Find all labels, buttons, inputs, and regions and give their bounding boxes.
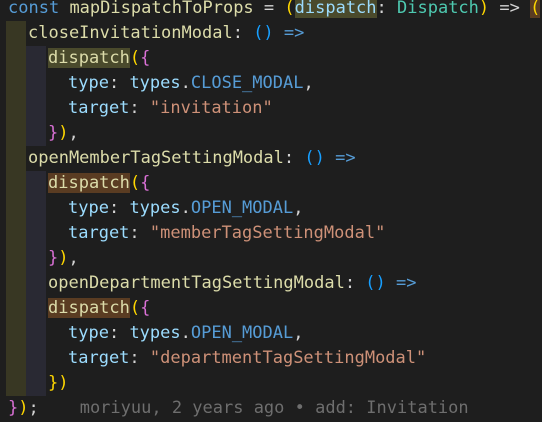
code-token: target: [68, 98, 130, 118]
code-token: {: [140, 173, 151, 193]
code-token: }: [48, 123, 59, 143]
code-token: .: [180, 198, 191, 218]
code-token: const: [8, 0, 60, 18]
code-token: type: [68, 73, 109, 93]
code-token: "invitation": [149, 98, 273, 118]
code-line[interactable]: }): [0, 371, 542, 396]
code-token: :: [129, 98, 150, 118]
code-token: OPEN_MODAL: [190, 323, 294, 343]
code-token: OPEN_MODAL: [190, 198, 294, 218]
code-token: ;: [28, 398, 39, 418]
code-line[interactable]: dispatch({: [0, 296, 542, 321]
code-token: dispatch: [48, 298, 130, 318]
code-token: types: [129, 323, 181, 343]
code-line[interactable]: openMemberTagSettingModal: () =>: [0, 146, 542, 171]
code-token: =>: [489, 0, 531, 18]
code-line[interactable]: dispatch({: [0, 171, 542, 196]
code-token: ,: [293, 198, 304, 218]
code-line[interactable]: target: "invitation": [0, 96, 542, 121]
code-token: (): [253, 23, 274, 43]
code-token: :: [283, 148, 305, 168]
code-line[interactable]: }); moriyuu, 2 years ago • add: Invitati…: [0, 396, 542, 421]
code-token: :: [108, 198, 130, 218]
code-line[interactable]: target: "departmentTagSettingModal": [0, 346, 542, 371]
code-line[interactable]: }),: [0, 246, 542, 271]
code-token: dispatch: [294, 0, 377, 18]
code-line[interactable]: openDepartmentTagSettingModal: () =>: [0, 271, 542, 296]
code-token: }): [48, 373, 69, 393]
code-token: =>: [273, 23, 315, 43]
code-token: type: [68, 323, 109, 343]
code-line[interactable]: closeInvitationModal: () =>: [0, 21, 542, 46]
code-token: CLOSE_MODAL: [190, 73, 304, 93]
code-token: }: [48, 248, 59, 268]
code-token: openDepartmentTagSettingModal: [48, 273, 345, 293]
code-token: =: [253, 0, 285, 18]
code-token: (: [129, 173, 141, 193]
code-line[interactable]: }),: [0, 121, 542, 146]
code-token: (: [284, 0, 295, 18]
code-token: dispatch: [48, 48, 130, 68]
code-token: {: [140, 298, 151, 318]
code-line[interactable]: dispatch({: [0, 46, 542, 71]
code-token: ,: [68, 248, 79, 268]
code-line[interactable]: const mapDispatchToProps = (dispatch: Di…: [0, 0, 542, 21]
code-token: (): [304, 148, 325, 168]
code-line[interactable]: target: "memberTagSettingModal": [0, 221, 542, 246]
code-token: ,: [303, 73, 314, 93]
code-token: mapDispatchToProps: [69, 0, 254, 18]
code-token: :: [344, 273, 366, 293]
code-token: (): [365, 273, 386, 293]
code-token: :: [129, 348, 150, 368]
code-token: }: [8, 398, 19, 418]
code-token: type: [68, 198, 109, 218]
code-token: =>: [385, 273, 427, 293]
code-line[interactable]: type: types.OPEN_MODAL,: [0, 321, 542, 346]
code-token: types: [129, 198, 181, 218]
code-token: Dispatch: [397, 0, 479, 18]
code-token: (: [129, 48, 141, 68]
code-token: "departmentTagSettingModal": [149, 348, 427, 368]
git-blame-annotation: moriyuu, 2 years ago • add: Invitation: [79, 398, 469, 418]
code-token: ): [58, 123, 69, 143]
code-token: =>: [324, 148, 366, 168]
code-token: "memberTagSettingModal": [149, 223, 386, 243]
code-token: :: [376, 0, 398, 18]
code-token: target: [68, 348, 130, 368]
code-token: ): [18, 398, 29, 418]
code-token: .: [180, 323, 191, 343]
code-token: ,: [68, 123, 79, 143]
code-token: target: [68, 223, 130, 243]
code-token: :: [232, 23, 254, 43]
code-token: :: [108, 73, 130, 93]
code-token: ,: [293, 323, 304, 343]
code-token: openMemberTagSettingModal: [28, 148, 284, 168]
code-token: dispatch: [48, 173, 130, 193]
code-token: ): [478, 0, 490, 18]
code-token: closeInvitationModal: [28, 23, 233, 43]
code-token: {: [140, 48, 151, 68]
code-token: :: [108, 323, 130, 343]
code-token: :: [129, 223, 150, 243]
code-token: types: [129, 73, 181, 93]
code-token: .: [180, 73, 191, 93]
code-line[interactable]: type: types.OPEN_MODAL,: [0, 196, 542, 221]
code-token: ): [58, 248, 69, 268]
code-token: (: [129, 298, 141, 318]
code-editor[interactable]: const mapDispatchToProps = (dispatch: Di…: [0, 0, 542, 422]
code-line[interactable]: type: types.CLOSE_MODAL,: [0, 71, 542, 96]
code-token: (: [530, 0, 541, 18]
